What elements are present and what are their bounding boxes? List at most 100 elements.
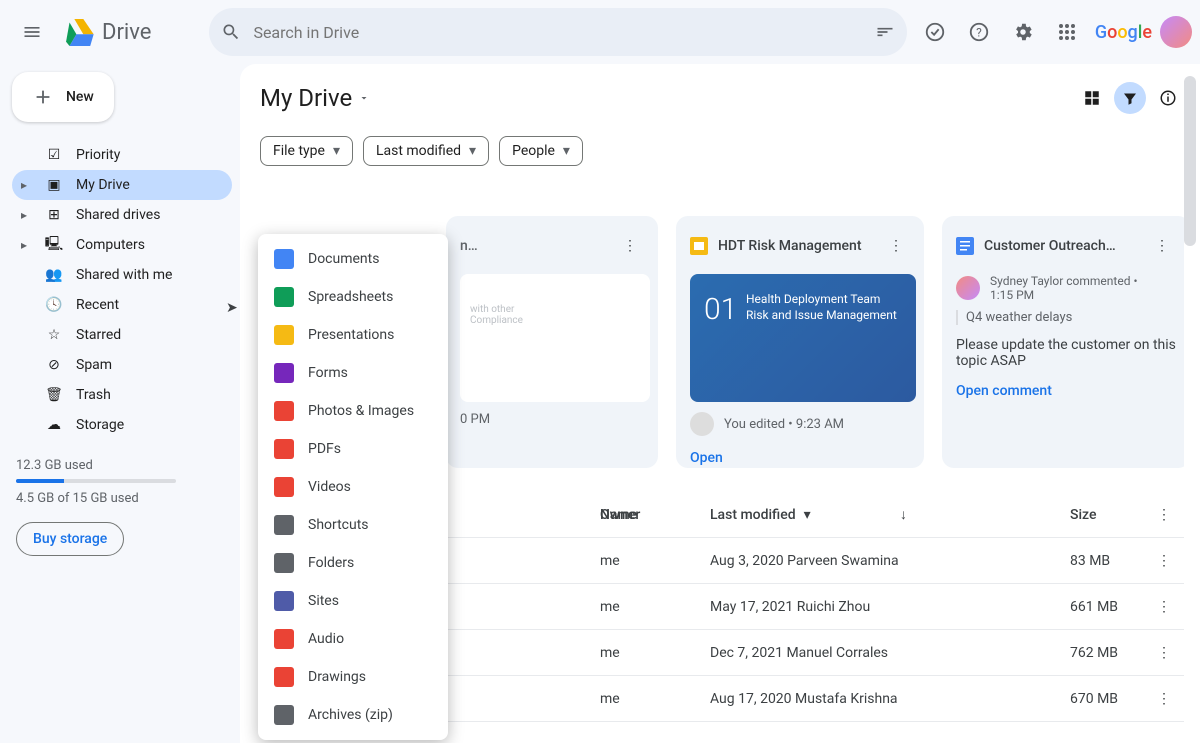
more-icon[interactable]: ⋮ (1144, 541, 1184, 581)
chip-file-type[interactable]: File type▾ (260, 136, 353, 166)
search-bar[interactable] (209, 8, 906, 56)
settings-icon[interactable] (1003, 12, 1043, 52)
col-size[interactable]: Size (1070, 507, 1144, 523)
filetype-option-sites[interactable]: Sites (258, 582, 448, 620)
card-open-button[interactable]: Open (690, 450, 916, 466)
new-button[interactable]: New (12, 72, 114, 122)
nav-label: Storage (76, 417, 124, 433)
account-avatar[interactable] (1160, 16, 1192, 48)
filetype-option-shortcuts[interactable]: Shortcuts (258, 506, 448, 544)
apps-icon[interactable] (1047, 12, 1087, 52)
card-open-comment-button[interactable]: Open comment (956, 383, 1182, 399)
filetype-option-forms[interactable]: Forms (258, 354, 448, 392)
filetype-option-videos[interactable]: Videos (258, 468, 448, 506)
chip-last-modified[interactable]: Last modified▾ (363, 136, 489, 166)
breadcrumb[interactable]: My Drive (260, 84, 370, 112)
filter-tune-icon[interactable] (875, 22, 895, 42)
sidebar-item-storage[interactable]: ☁Storage (12, 410, 232, 440)
file-type-menu: DocumentsSpreadsheetsPresentationsFormsP… (258, 234, 448, 740)
scrollbar[interactable] (1184, 76, 1196, 246)
details-button[interactable] (1152, 82, 1184, 114)
more-icon[interactable]: ⋮ (1144, 679, 1184, 719)
menu-button[interactable] (12, 12, 52, 52)
slides-icon (690, 237, 708, 255)
nav-label: Spam (76, 357, 112, 373)
help-icon[interactable]: ? (959, 12, 999, 52)
filetype-icon (274, 401, 294, 421)
svg-text:?: ? (976, 26, 982, 40)
col-sort[interactable]: ↓ (900, 506, 1070, 523)
search-input[interactable] (253, 23, 862, 42)
buy-storage-button[interactable]: Buy storage (16, 522, 124, 556)
sidebar-item-shared-with-me[interactable]: 👥Shared with me (12, 260, 232, 290)
more-icon[interactable]: ⋮ (876, 226, 916, 266)
plus-icon (32, 86, 54, 108)
expand-icon: ▸ (16, 208, 32, 222)
nav-icon: ▣ (44, 177, 64, 193)
nav-label: Recent (76, 297, 119, 313)
nav-label: Starred (76, 327, 121, 343)
sidebar-item-recent[interactable]: 🕓 Recent (12, 290, 232, 320)
filetype-option-presentations[interactable]: Presentations (258, 316, 448, 354)
col-last-modified[interactable]: Last modified▾ (710, 507, 900, 523)
sidebar-item-my-drive[interactable]: ▸▣My Drive (12, 170, 232, 200)
more-icon[interactable]: ⋮ (1144, 633, 1184, 673)
nav-icon: ⊞ (44, 207, 64, 223)
layout-grid-button[interactable] (1076, 82, 1108, 114)
filetype-option-pdfs[interactable]: PDFs (258, 430, 448, 468)
suggestion-card[interactable]: n… ⋮ with otherCompliance 0 PM (446, 216, 658, 468)
nav-icon: ⊘ (44, 357, 64, 373)
more-icon[interactable]: ⋮ (1144, 495, 1184, 535)
comment-body: Please update the customer on this topic… (956, 337, 1182, 369)
chip-people[interactable]: People▾ (499, 136, 583, 166)
nav-icon: 🖳 (44, 233, 64, 257)
nav-icon: 🗑 (44, 387, 64, 403)
avatar (690, 412, 714, 436)
nav-icon: ☆ (44, 327, 64, 343)
new-button-label: New (66, 89, 94, 105)
nav-label: Trash (76, 387, 111, 403)
filetype-option-archives-zip-[interactable]: Archives (zip) (258, 696, 448, 734)
more-icon[interactable]: ⋮ (610, 226, 650, 266)
nav-label: Priority (76, 147, 120, 163)
sidebar-item-shared-drives[interactable]: ▸⊞Shared drives (12, 200, 232, 230)
filetype-option-drawings[interactable]: Drawings (258, 658, 448, 696)
nav-icon: 👥 (44, 267, 64, 283)
filetype-option-folders[interactable]: Folders (258, 544, 448, 582)
ready-offline-icon[interactable] (915, 12, 955, 52)
card-title: HDT Risk Management (718, 238, 862, 254)
view-filter-button[interactable] (1114, 82, 1146, 114)
nav-label: Computers (76, 237, 145, 253)
more-icon[interactable]: ⋮ (1142, 226, 1182, 266)
more-icon[interactable]: ⋮ (1144, 587, 1184, 627)
filetype-option-documents[interactable]: Documents (258, 240, 448, 278)
sidebar-item-starred[interactable]: ☆ Starred (12, 320, 232, 350)
avatar (956, 276, 980, 300)
storage-used-2: 4.5 GB of 15 GB used (16, 491, 232, 506)
filetype-icon (274, 553, 294, 573)
sidebar-item-priority[interactable]: ☑Priority (12, 140, 232, 170)
dropdown-arrow-icon (358, 92, 370, 104)
filetype-option-photos-images[interactable]: Photos & Images (258, 392, 448, 430)
filetype-option-spreadsheets[interactable]: Spreadsheets (258, 278, 448, 316)
suggestion-card[interactable]: HDT Risk Management ⋮ 01Health Deploymen… (676, 216, 924, 468)
breadcrumb-label: My Drive (260, 84, 352, 112)
suggestion-card[interactable]: Customer Outreach… ⋮ Sydney Taylor comme… (942, 216, 1184, 468)
filetype-option-audio[interactable]: Audio (258, 620, 448, 658)
sidebar-item-trash[interactable]: 🗑 Trash (12, 380, 232, 410)
col-owner[interactable]: Owner (600, 507, 710, 523)
filetype-icon (274, 249, 294, 269)
docs-icon (956, 237, 974, 255)
nav-icon: 🕓 (44, 297, 64, 313)
filetype-icon (274, 439, 294, 459)
chevron-down-icon: ▾ (333, 143, 340, 159)
nav-label: My Drive (76, 177, 130, 193)
cursor-icon: ➤ (226, 300, 238, 316)
sidebar-item-spam[interactable]: ⊘ Spam (12, 350, 232, 380)
filetype-icon (274, 287, 294, 307)
drive-logo[interactable]: Drive (64, 19, 151, 46)
sidebar-item-computers[interactable]: ▸🖳Computers (12, 230, 232, 260)
chevron-down-icon: ▾ (804, 507, 811, 523)
storage-bar (16, 479, 176, 483)
chevron-down-icon: ▾ (563, 143, 570, 159)
